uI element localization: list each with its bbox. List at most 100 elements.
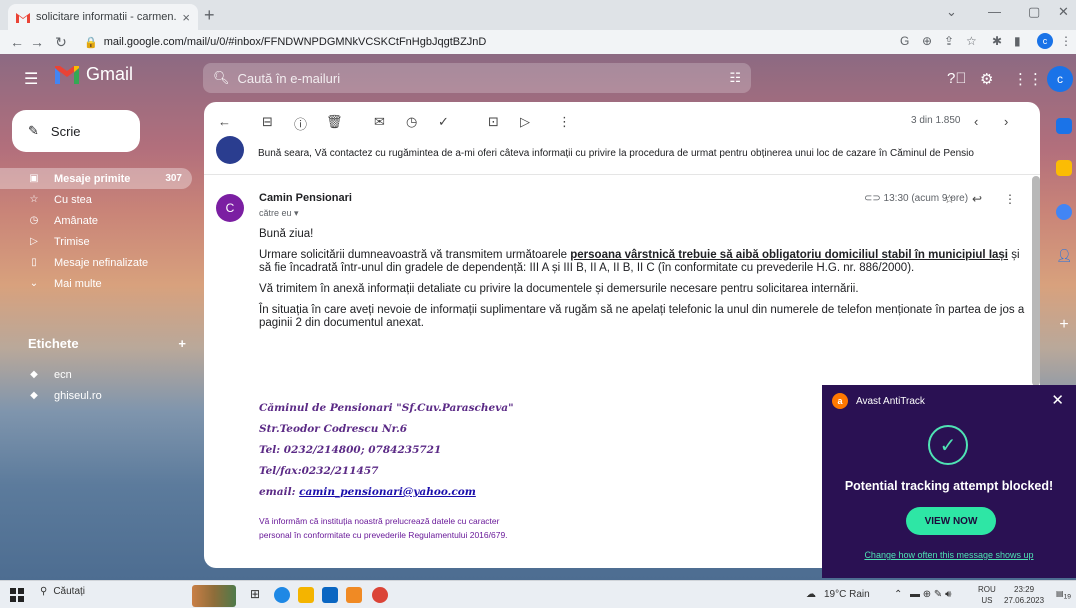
weather-text[interactable]: 19°C Rain	[824, 589, 870, 600]
omnibox[interactable]: 🔒 mail.google.com/mail/u/0/#inbox/FFNDWN…	[84, 32, 864, 52]
sidebar-item-label: Mai multe	[54, 277, 102, 290]
taskbar-search-label: Căutați	[53, 586, 86, 597]
report-spam-icon[interactable]: ⓘ	[294, 114, 307, 133]
file-explorer-icon[interactable]	[298, 587, 314, 603]
sender-name[interactable]: Camin Pensionari	[259, 192, 352, 204]
lang-secondary: US	[981, 596, 993, 605]
divider	[204, 174, 1040, 175]
contacts-icon[interactable]: 👤︎	[1056, 248, 1073, 264]
back-to-inbox-icon[interactable]: ←	[218, 114, 231, 129]
sidebar-label-ghiseul[interactable]: ◆ ghiseul.ro	[0, 385, 192, 406]
view-now-button[interactable]: VIEW NOW	[906, 507, 996, 535]
sidebar-item-sent[interactable]: ▷ Trimise	[0, 231, 192, 252]
tasks-icon[interactable]	[1056, 204, 1072, 220]
taskbar-search[interactable]: ⚲ Căutați	[40, 586, 85, 597]
back-icon[interactable]: ←	[6, 34, 28, 50]
edge-icon[interactable]	[274, 587, 290, 603]
change-frequency-link[interactable]: Change how often this message shows up	[822, 550, 1076, 560]
address-bar-row: ← → ↻ 🔒 mail.google.com/mail/u/0/#inbox/…	[0, 30, 1076, 54]
add-task-icon[interactable]: ✓	[438, 114, 449, 130]
search-input[interactable]: Caută în e-mailuri	[238, 71, 722, 86]
clock-time: 23:29	[1014, 585, 1035, 594]
zoom-icon[interactable]: ⊕	[922, 34, 932, 48]
forward-icon[interactable]: →	[26, 34, 48, 50]
calendar-icon[interactable]	[1056, 118, 1072, 134]
more-actions-icon[interactable]: ⋮	[558, 114, 571, 130]
reply-icon[interactable]: ↩	[972, 192, 982, 206]
store-icon[interactable]	[322, 587, 338, 603]
label-tag-icon: ◆	[30, 369, 38, 380]
reload-icon[interactable]: ↻	[50, 34, 72, 51]
message-more-icon[interactable]: ⋮	[1004, 192, 1016, 206]
pagination-text: 3 din 1.850	[911, 115, 961, 126]
browser-tab[interactable]: solicitare informatii - carmen.ca ×	[8, 4, 198, 30]
get-addons-icon[interactable]: +	[1056, 316, 1072, 333]
email-link[interactable]: camin_pensionari@yahoo.com	[299, 486, 476, 498]
tab-close-icon[interactable]: ×	[182, 10, 190, 25]
search-highlight-image[interactable]	[192, 585, 236, 607]
search-icon[interactable]: 🔍︎	[213, 70, 230, 86]
sidebar-item-more[interactable]: ⌄ Mai multe	[0, 273, 192, 294]
extensions-icon[interactable]: ✱	[992, 34, 1002, 48]
add-label-button[interactable]: +	[178, 336, 186, 351]
clock[interactable]: 23:29 27.06.2023	[1004, 584, 1044, 606]
paragraph-2: Vă trimitem în anexă informații detaliat…	[259, 283, 859, 295]
tray-overflow-icon[interactable]: ⌃	[894, 589, 902, 600]
chrome-icon[interactable]	[372, 587, 388, 603]
email-label: email:	[259, 486, 300, 498]
minimize-button[interactable]: —	[988, 4, 1001, 19]
newer-icon[interactable]: ‹	[974, 114, 978, 129]
sidebar-item-label: Amânate	[54, 214, 99, 227]
settings-gear-icon[interactable]: ⚙	[980, 70, 993, 88]
filter-options-icon[interactable]: ☷	[729, 70, 741, 86]
profile-avatar[interactable]: c	[1037, 33, 1053, 49]
sidebar-item-snoozed[interactable]: ◷ Amânate	[0, 210, 192, 231]
share-icon[interactable]: ⇪	[944, 34, 954, 48]
main-menu-icon[interactable]: ☰	[24, 69, 38, 89]
sidebar-item-drafts[interactable]: ▯ Mesaje nefinalizate	[0, 252, 192, 273]
tray-app-icons[interactable]: ▬ ⊕ ✎ 🔊︎	[910, 589, 951, 600]
move-to-icon[interactable]: ⊡	[488, 114, 499, 130]
maximize-button[interactable]: ▢	[1028, 4, 1040, 20]
bookmark-star-icon[interactable]: ☆	[966, 34, 977, 48]
tab-search-icon[interactable]: ⌄	[946, 4, 957, 20]
archive-icon[interactable]: ⊟	[262, 114, 273, 130]
close-window-button[interactable]: ✕	[1058, 4, 1069, 20]
draft-icon: ▯	[31, 257, 37, 268]
task-view-icon[interactable]: ⊞	[250, 587, 266, 603]
help-icon[interactable]: ?⃝	[947, 70, 967, 87]
inbox-icon: ▣	[29, 173, 39, 184]
google-icon[interactable]: G	[900, 34, 909, 48]
popup-brand: Avast AntiTrack	[856, 395, 925, 407]
sidebar-item-starred[interactable]: ☆ Cu stea	[0, 189, 192, 210]
compose-button[interactable]: ✎ Scrie	[12, 110, 140, 152]
search-bar[interactable]: 🔍︎ Caută în e-mailuri ☷	[203, 63, 751, 93]
keep-icon[interactable]	[1056, 160, 1072, 176]
mark-unread-icon[interactable]: ✉	[374, 114, 385, 130]
signature-line: Str.Teodor Codrescu Nr.6	[259, 423, 408, 435]
label-name: ecn	[54, 368, 72, 381]
recipients-toggle[interactable]: către eu ▾	[259, 208, 299, 219]
collapsed-previous-message[interactable]: Bună seara, Vă contactez cu rugămintea d…	[216, 136, 1026, 166]
gmail-m-icon	[55, 65, 79, 84]
label-icon[interactable]: ▷	[520, 114, 530, 130]
apps-grid-icon[interactable]: ⋮⋮	[1013, 70, 1043, 88]
snooze-icon[interactable]: ◷	[406, 114, 417, 130]
p1-text: Urmare solicitării dumneavoastră vă tran…	[259, 249, 571, 261]
browser-menu-icon[interactable]: ⋮	[1060, 34, 1072, 48]
account-avatar[interactable]: c	[1047, 66, 1073, 92]
scrollbar[interactable]	[1032, 176, 1040, 386]
notification-center-icon[interactable]: ▤19	[1056, 589, 1071, 601]
sidebar-label-ecn[interactable]: ◆ ecn	[0, 364, 192, 385]
sidebar-item-inbox[interactable]: ▣ Mesaje primite 307	[0, 168, 192, 189]
delete-icon[interactable]: 🗑︎	[326, 114, 343, 130]
star-message-icon[interactable]: ☆	[944, 192, 955, 206]
gmail-logo[interactable]: Gmail	[54, 64, 133, 85]
older-icon[interactable]: ›	[1004, 114, 1008, 129]
avast-app-icon[interactable]	[346, 587, 362, 603]
new-tab-button[interactable]: +	[204, 5, 215, 26]
sidepanel-icon[interactable]: ▮	[1014, 34, 1021, 48]
windows-start-icon[interactable]	[10, 588, 24, 602]
close-icon[interactable]: ✕	[1051, 391, 1064, 409]
input-language[interactable]: ROU US	[978, 584, 996, 606]
